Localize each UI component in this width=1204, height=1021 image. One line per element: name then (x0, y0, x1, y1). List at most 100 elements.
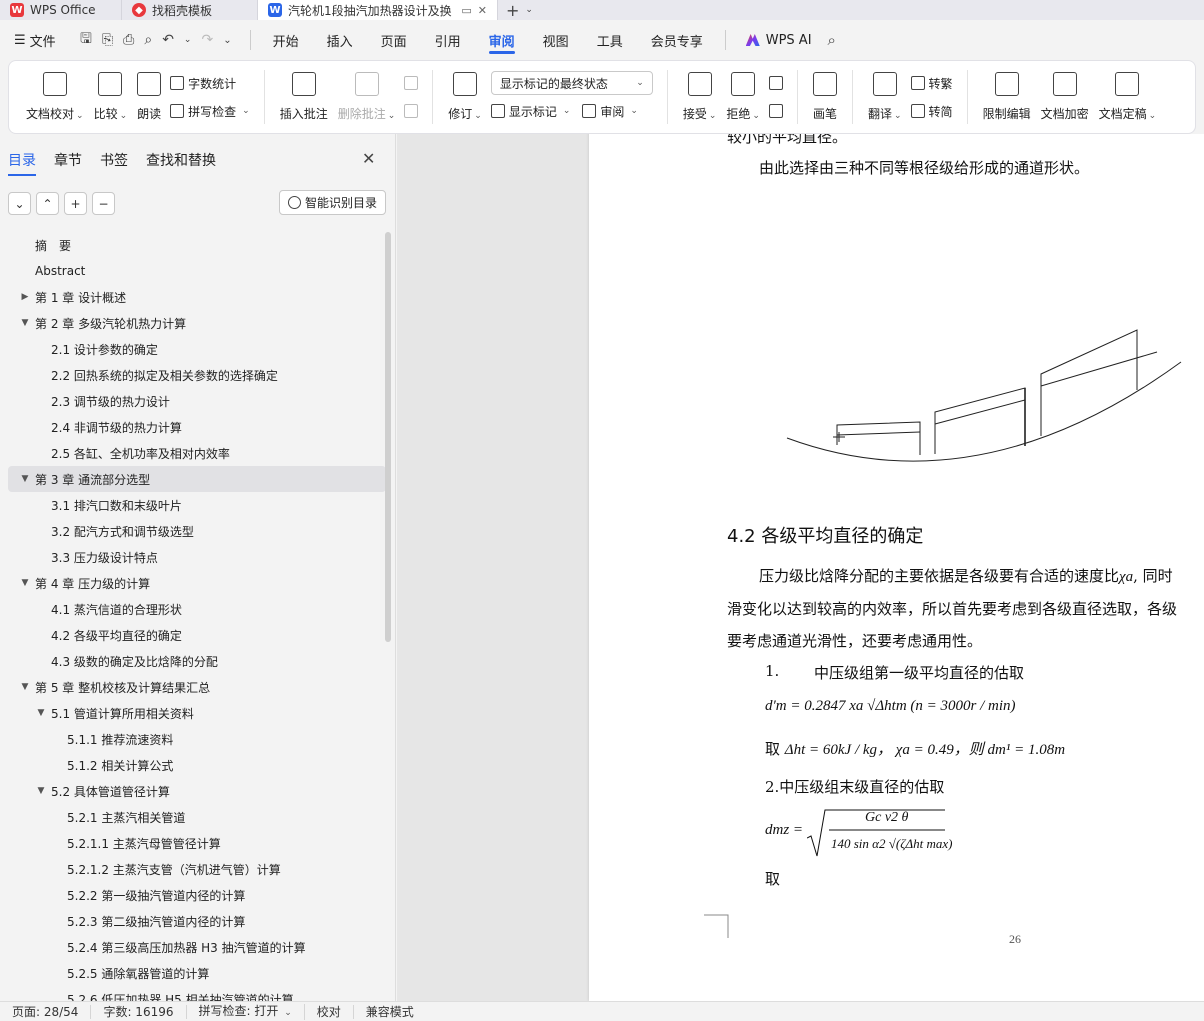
toc-item[interactable]: Abstract (8, 258, 386, 284)
compare-button[interactable]: 比较 ⌄ (89, 68, 133, 126)
markup-state-dropdown[interactable]: 显示标记的最终状态 ⌄ (490, 71, 653, 95)
toc-item[interactable]: ▼ 5.2 具体管道管径计算 (8, 778, 386, 804)
finalize-button[interactable]: 文档定稿 ⌄ (1094, 68, 1162, 126)
toc-item[interactable]: 5.2.4 第三级高压加热器 H3 抽汽管道的计算 (8, 934, 386, 960)
document-area[interactable]: 较小的平均直径。 由此选择由三种不同等根径级给形成的通道形状。 4.2 各级平均… (397, 134, 1204, 1001)
more-icon[interactable]: ⌄ (223, 35, 231, 46)
chevron-up-icon[interactable]: ⌃ (36, 192, 59, 215)
word-count-indicator[interactable]: 字数: 16196 (91, 1004, 187, 1019)
word-count-button[interactable]: 字数统计 (170, 71, 250, 95)
toc-item[interactable]: 5.1.1 推荐流速资料 (8, 726, 386, 752)
print-icon[interactable]: ⎙ (123, 32, 134, 48)
previous-comment-button[interactable] (404, 71, 419, 95)
to-simplified-button[interactable]: 转简 (910, 99, 953, 123)
toc-item[interactable]: 4.2 各级平均直径的确定 (8, 622, 386, 648)
menu-references[interactable]: 引用 (421, 20, 475, 60)
wps-ai-button[interactable]: WPS AI (734, 33, 824, 48)
doc-check-button[interactable]: 文档校对 ⌄ (21, 68, 89, 126)
proofread-indicator[interactable]: 校对 (305, 1004, 354, 1019)
toc-item[interactable]: 3.1 排汽口数和末级叶片 (8, 492, 386, 518)
revise-button[interactable]: 修订 ⌄ (443, 68, 487, 126)
previous-change-button[interactable] (768, 71, 783, 95)
read-aloud-button[interactable]: 朗读 (132, 68, 166, 126)
toc-item[interactable]: 4.3 级数的确定及比焓降的分配 (8, 648, 386, 674)
menu-home[interactable]: 开始 (259, 20, 313, 60)
toc-item[interactable]: 5.2.2 第一级抽汽管道内径的计算 (8, 882, 386, 908)
insert-comment-button[interactable]: 插入批注 (275, 68, 333, 126)
minus-icon[interactable]: − (92, 192, 115, 215)
toc-item[interactable]: 5.1.2 相关计算公式 (8, 752, 386, 778)
toc-item[interactable]: 5.2.1.2 主蒸汽支管（汽机进气管）计算 (8, 856, 386, 882)
print-preview-icon[interactable]: ⌕ (144, 32, 152, 48)
toc-item[interactable]: ▶ 第 1 章 设计概述 (8, 284, 386, 310)
toc-item[interactable]: ▼ 第 4 章 压力级的计算 (8, 570, 386, 596)
page-indicator[interactable]: 页面: 28/54 (0, 1004, 92, 1019)
collapse-down-icon[interactable]: ⌄ (8, 192, 31, 215)
toc-item[interactable]: 4.1 蒸汽信道的合理形状 (8, 596, 386, 622)
spell-check-indicator[interactable]: 拼写检查: 打开 ⌄ (187, 1003, 305, 1020)
toc-item[interactable]: 3.3 压力级设计特点 (8, 544, 386, 570)
tab-active-document[interactable]: W 汽轮机1段抽汽加热器设计及换 ▭ ✕ (258, 0, 498, 20)
undo-icon[interactable]: ↶ (162, 32, 174, 48)
expanded-arrow-icon[interactable]: ▼ (34, 708, 48, 718)
tab-toc[interactable]: 目录 (8, 150, 36, 176)
show-markup-button[interactable]: 显示标记 ⌄ (490, 99, 570, 123)
toc-item[interactable]: 5.2.6 低压加热器 H5 相关抽汽管道的计算 (8, 986, 386, 1002)
toc-item[interactable]: ▼ 5.1 管道计算所用相关资料 (8, 700, 386, 726)
toc-item[interactable]: ▼ 第 3 章 通流部分选型 (8, 466, 386, 492)
expanded-arrow-icon[interactable]: ▼ (18, 682, 32, 692)
toc-item[interactable]: 5.2.5 通除氧器管道的计算 (8, 960, 386, 986)
expanded-arrow-icon[interactable]: ▼ (18, 474, 32, 484)
toc-scrollbar-thumb[interactable] (385, 232, 391, 642)
reject-button[interactable]: 拒绝 ⌄ (721, 68, 765, 126)
menu-page[interactable]: 页面 (367, 20, 421, 60)
toc-item[interactable]: 5.2.1 主蒸汽相关管道 (8, 804, 386, 830)
toc-item[interactable]: ▼ 第 5 章 整机校核及计算结果汇总 (8, 674, 386, 700)
toc-item[interactable]: ▼ 第 2 章 多级汽轮机热力计算 (8, 310, 386, 336)
next-comment-button[interactable] (404, 99, 419, 123)
file-menu[interactable]: ☰ 文件 (0, 31, 70, 50)
accept-button[interactable]: 接受 ⌄ (678, 68, 722, 126)
smart-toc-button[interactable]: 智能识别目录 (279, 190, 387, 215)
delete-comment-button[interactable]: 删除批注 ⌄ (333, 68, 401, 126)
toc-item[interactable]: 3.2 配汽方式和调节级选型 (8, 518, 386, 544)
encrypt-button[interactable]: 文档加密 (1036, 68, 1094, 126)
review-pane-button[interactable]: 审阅 ⌄ (582, 99, 638, 123)
tab-bookmarks[interactable]: 书签 (100, 150, 128, 176)
pen-button[interactable]: 画笔 (808, 68, 842, 126)
toc-item[interactable]: 2.4 非调节级的热力计算 (8, 414, 386, 440)
document-page[interactable]: 较小的平均直径。 由此选择由三种不同等根径级给形成的通道形状。 4.2 各级平均… (589, 134, 1204, 1001)
next-change-button[interactable] (768, 99, 783, 123)
plus-icon[interactable]: + (64, 192, 87, 215)
search-icon[interactable]: ⌕ (828, 31, 836, 49)
close-tab-icon[interactable]: ✕ (478, 4, 487, 17)
to-traditional-button[interactable]: 转繁 (910, 71, 953, 95)
export-pdf-icon[interactable]: ⎘ (102, 32, 113, 48)
chevron-down-icon[interactable]: ⌄ (525, 5, 533, 15)
menu-view[interactable]: 视图 (529, 20, 583, 60)
window-icon[interactable]: ▭ (461, 4, 471, 17)
translate-button[interactable]: 翻译 ⌄ (863, 68, 907, 126)
undo-dropdown-icon[interactable]: ⌄ (184, 35, 192, 45)
tab-sections[interactable]: 章节 (54, 150, 82, 176)
restrict-edit-button[interactable]: 限制编辑 (978, 68, 1036, 126)
tab-find-replace[interactable]: 查找和替换 (146, 150, 216, 176)
spell-check-button[interactable]: 拼写检查 ⌄ (170, 99, 250, 123)
toc-item[interactable]: 2.1 设计参数的确定 (8, 336, 386, 362)
toc-item[interactable]: 摘 要 (8, 232, 386, 258)
menu-insert[interactable]: 插入 (313, 20, 367, 60)
redo-icon[interactable]: ↷ (201, 32, 213, 48)
close-icon[interactable]: ✕ (362, 149, 375, 168)
expanded-arrow-icon[interactable]: ▼ (18, 578, 32, 588)
expanded-arrow-icon[interactable]: ▼ (34, 786, 48, 796)
tab-docer-templates[interactable]: ◆ 找稻壳模板 (122, 0, 258, 20)
toc-item[interactable]: 5.2.3 第二级抽汽管道内径的计算 (8, 908, 386, 934)
toc-item[interactable]: 2.3 调节级的热力设计 (8, 388, 386, 414)
collapsed-arrow-icon[interactable]: ▶ (18, 292, 32, 302)
save-icon[interactable]: 🖫 (80, 28, 92, 52)
expanded-arrow-icon[interactable]: ▼ (18, 318, 32, 328)
toc-item[interactable]: 2.2 回热系统的拟定及相关参数的选择确定 (8, 362, 386, 388)
toc-item[interactable]: 5.2.1.1 主蒸汽母管管径计算 (8, 830, 386, 856)
menu-tools[interactable]: 工具 (583, 20, 637, 60)
new-tab-button[interactable]: + ⌄ (498, 0, 541, 20)
